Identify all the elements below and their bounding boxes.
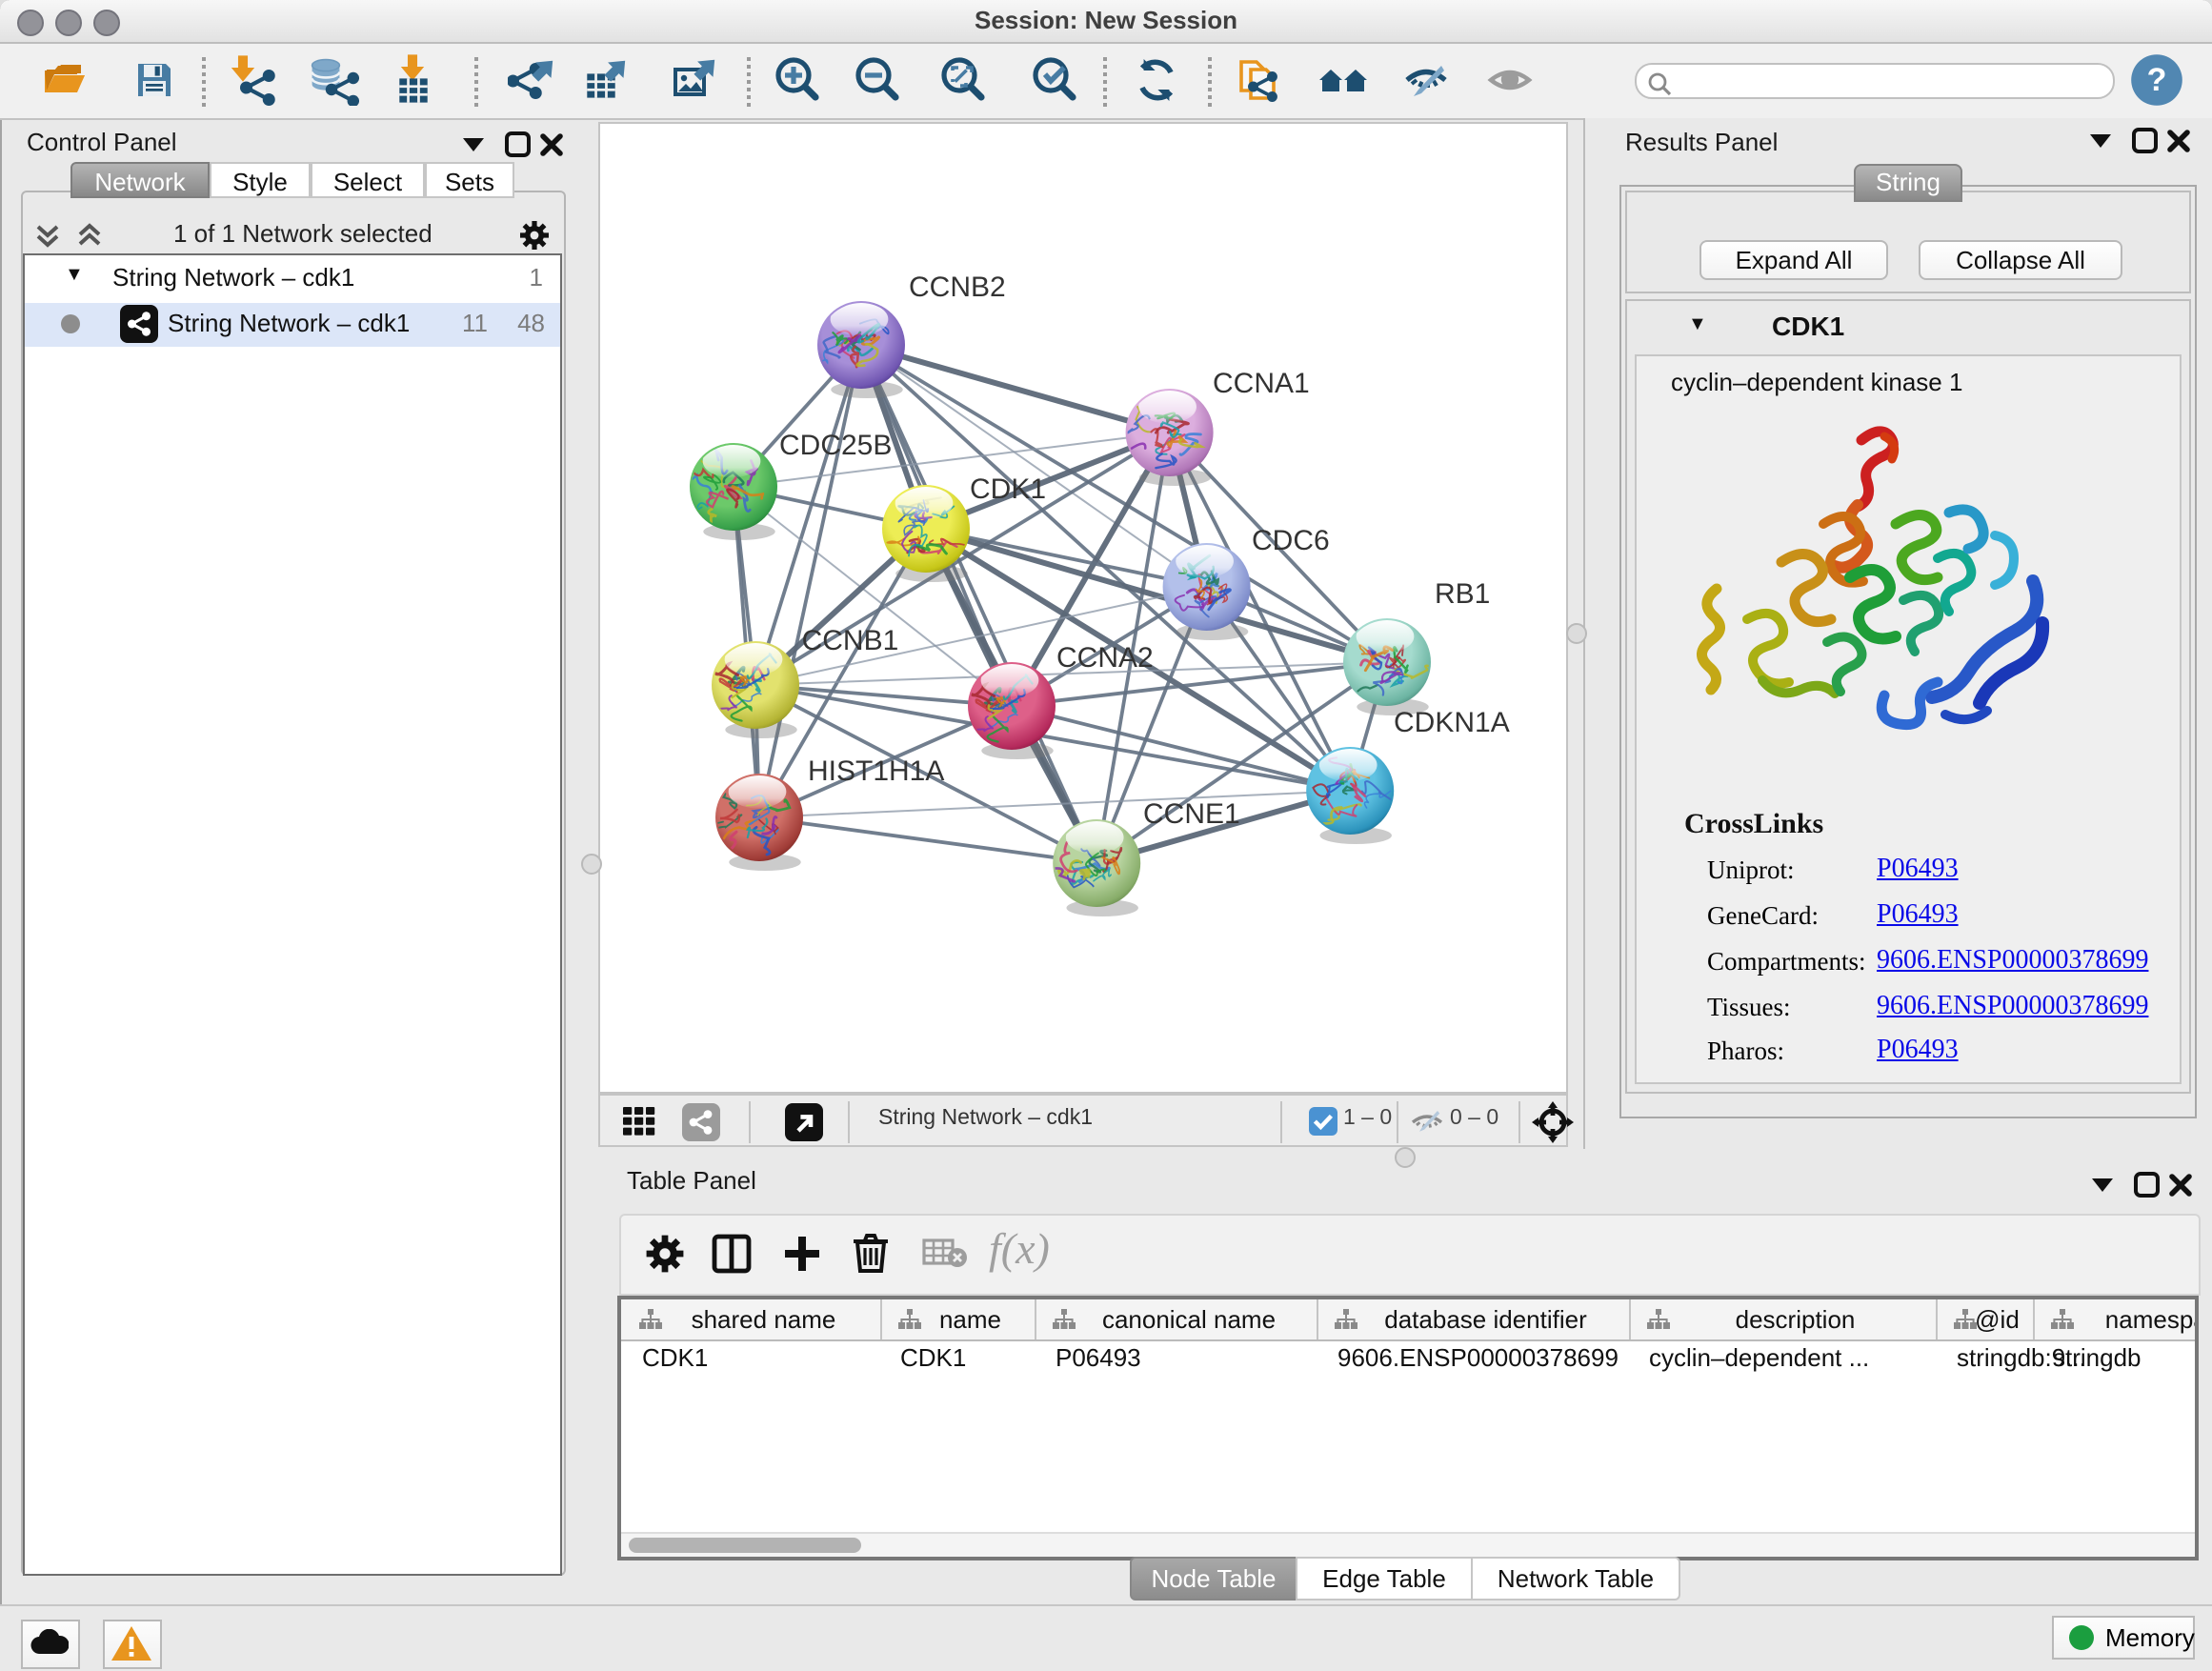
svg-text:CDKN1A: CDKN1A [1394,707,1510,738]
svg-text:CDC6: CDC6 [1252,525,1330,556]
svg-text:CDK1: CDK1 [970,473,1046,505]
svg-text:CDC25B: CDC25B [779,430,892,461]
svg-text:CCNB1: CCNB1 [802,625,899,656]
svg-text:CCNB2: CCNB2 [909,272,1006,303]
svg-text:HIST1H1A: HIST1H1A [808,755,944,787]
svg-text:?: ? [2146,62,2166,98]
svg-text:CCNA2: CCNA2 [1056,642,1154,674]
svg-text:CCNA1: CCNA1 [1213,368,1310,399]
svg-text:RB1: RB1 [1435,578,1490,610]
svg-text:CCNE1: CCNE1 [1143,798,1240,830]
